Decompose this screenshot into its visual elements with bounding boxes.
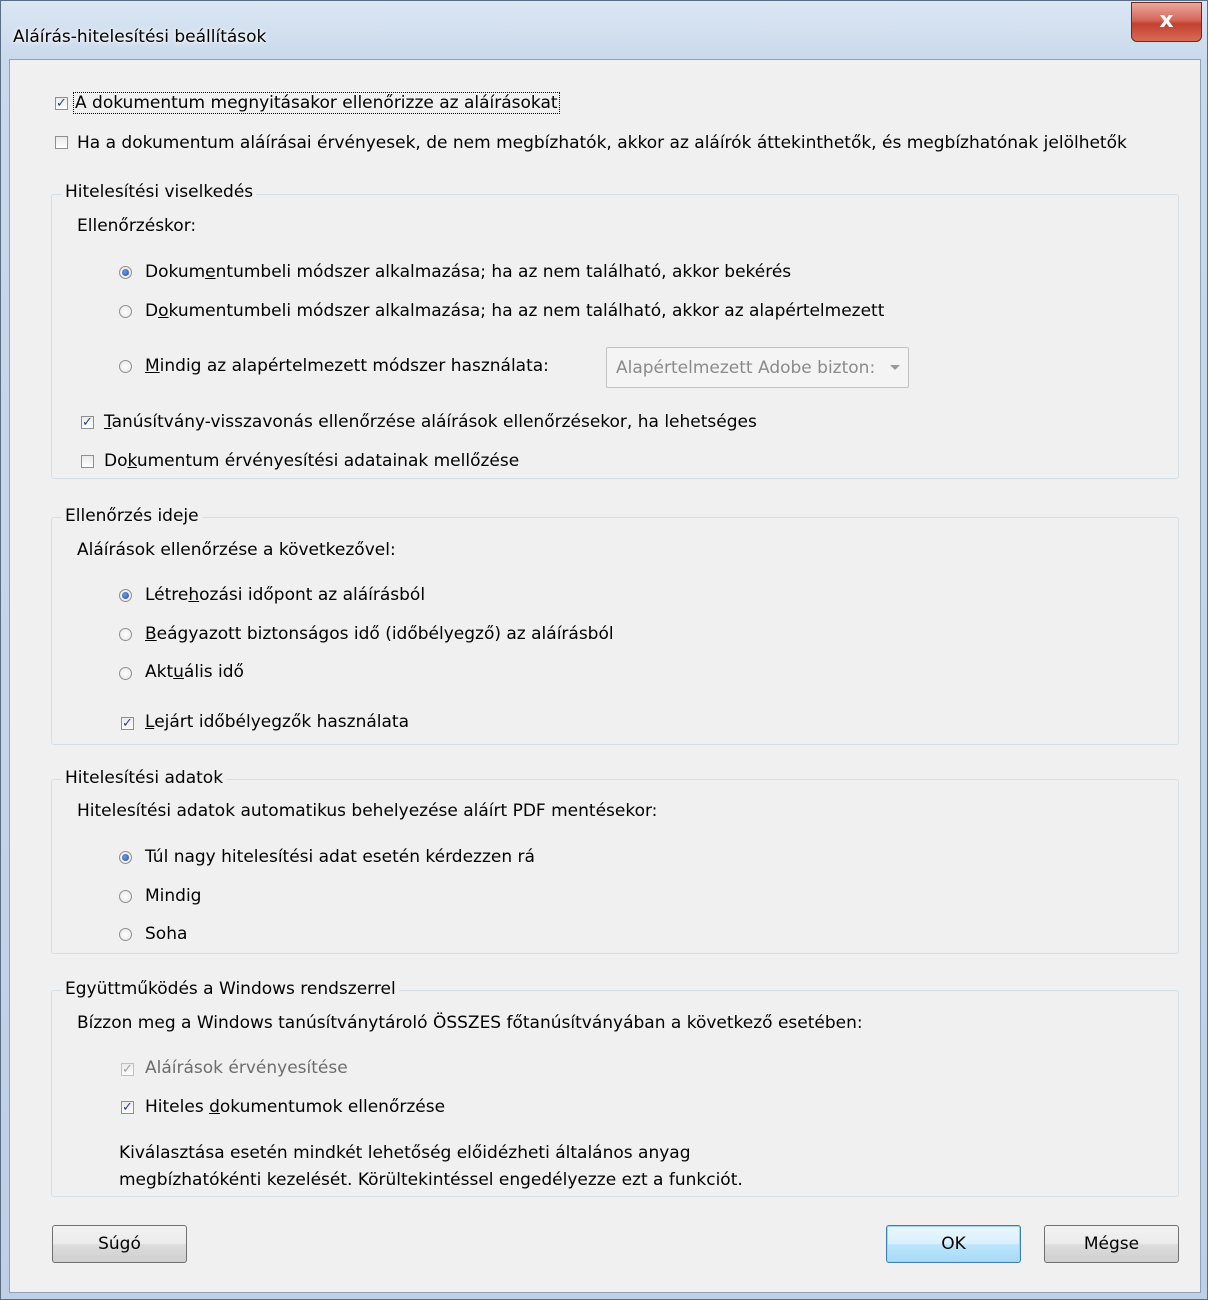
radio-ask-when-large[interactable] bbox=[119, 851, 132, 864]
verification-behavior-title: Hitelesítési viselkedés bbox=[62, 182, 257, 202]
radio-always-default-method-label[interactable]: Mindig az alapértelmezett módszer haszná… bbox=[145, 356, 549, 376]
radio-secure-timestamp[interactable] bbox=[119, 628, 132, 641]
radio-document-method-prompt[interactable] bbox=[119, 266, 132, 279]
verify-on-open-label[interactable]: A dokumentum megnyitásakor ellenőrizze a… bbox=[73, 92, 560, 114]
ok-button[interactable]: OK bbox=[886, 1225, 1021, 1263]
validate-certified-docs-label[interactable]: Hiteles dokumentumok ellenőrzése bbox=[145, 1097, 445, 1117]
verify-on-open-label-wrap: A dokumentum megnyitásakor ellenőrizze a… bbox=[73, 92, 560, 114]
verification-info-title: Hitelesítési adatok bbox=[62, 768, 227, 788]
radio-always-label[interactable]: Mindig bbox=[145, 886, 201, 906]
verification-time-title: Ellenőrzés ideje bbox=[62, 506, 202, 526]
radio-secure-timestamp-label[interactable]: Beágyazott biztonságos idő (időbélyegző)… bbox=[145, 624, 614, 644]
verification-time-prompt: Aláírások ellenőrzése a következővel: bbox=[77, 540, 396, 560]
revocation-check-checkbox[interactable]: ✓ bbox=[81, 416, 94, 429]
expired-timestamps-checkbox[interactable]: ✓ bbox=[121, 717, 134, 730]
radio-never[interactable] bbox=[119, 928, 132, 941]
verification-info-prompt: Hitelesítési adatok automatikus behelyez… bbox=[77, 801, 658, 821]
window-title: Aláírás-hitelesítési beállítások bbox=[13, 27, 267, 47]
radio-creation-time[interactable] bbox=[119, 589, 132, 602]
ignore-validation-info-checkbox[interactable] bbox=[81, 455, 94, 468]
radio-always[interactable] bbox=[119, 890, 132, 903]
radio-document-method-default-label[interactable]: Dokumentumbeli módszer alkalmazása; ha a… bbox=[145, 301, 884, 321]
ignore-validation-info-label[interactable]: Dokumentum érvényesítési adatainak mellő… bbox=[104, 451, 519, 471]
windows-integration-title: Együttműködés a Windows rendszerrel bbox=[62, 979, 399, 999]
radio-ask-when-large-label[interactable]: Túl nagy hitelesítési adat esetén kérdez… bbox=[145, 847, 535, 867]
review-signers-label[interactable]: Ha a dokumentum aláírásai érvényesek, de… bbox=[77, 133, 1127, 153]
default-method-value: Alapértelmezett Adobe bizton: bbox=[616, 358, 876, 378]
radio-creation-time-label[interactable]: Létrehozási időpont az aláírásból bbox=[145, 585, 425, 605]
review-signers-checkbox[interactable] bbox=[55, 136, 68, 149]
dialog-window: Aláírás-hitelesítési beállítások x ✓ A d… bbox=[0, 0, 1208, 1300]
cancel-button[interactable]: Mégse bbox=[1044, 1225, 1179, 1263]
expired-timestamps-label[interactable]: Lejárt időbélyegzők használata bbox=[145, 712, 409, 732]
radio-document-method-default[interactable] bbox=[119, 305, 132, 318]
radio-current-time[interactable] bbox=[119, 667, 132, 680]
verification-behavior-group bbox=[51, 194, 1179, 479]
radio-always-default-method[interactable] bbox=[119, 360, 132, 373]
validate-signatures-checkbox[interactable]: ✓ bbox=[121, 1063, 134, 1076]
windows-note-line2: megbízhatókénti kezelését. Körültekintés… bbox=[119, 1170, 743, 1190]
validate-certified-docs-checkbox[interactable]: ✓ bbox=[121, 1101, 134, 1114]
radio-current-time-label[interactable]: Aktuális idő bbox=[145, 662, 244, 682]
radio-document-method-prompt-label[interactable]: Dokumentumbeli módszer alkalmazása; ha a… bbox=[145, 262, 791, 282]
windows-note-line1: Kiválasztása esetén mindkét lehetőség el… bbox=[119, 1143, 691, 1163]
verify-on-open-checkbox[interactable]: ✓ bbox=[55, 97, 68, 110]
revocation-check-label[interactable]: Tanúsítvány-visszavonás ellenőrzése aláí… bbox=[104, 412, 757, 432]
close-button[interactable]: x bbox=[1131, 2, 1202, 42]
windows-integration-prompt: Bízzon meg a Windows tanúsítványtároló Ö… bbox=[77, 1013, 863, 1033]
default-method-dropdown[interactable]: Alapértelmezett Adobe bizton: bbox=[606, 347, 909, 388]
dialog-client-area: ✓ A dokumentum megnyitásakor ellenőrizze… bbox=[9, 59, 1201, 1293]
verification-behavior-prompt: Ellenőrzéskor: bbox=[77, 216, 197, 236]
radio-never-label[interactable]: Soha bbox=[145, 924, 187, 944]
validate-signatures-label: Aláírások érvényesítése bbox=[145, 1058, 348, 1078]
chevron-down-icon bbox=[890, 365, 900, 370]
title-bar[interactable]: Aláírás-hitelesítési beállítások x bbox=[1, 1, 1208, 59]
help-button[interactable]: Súgó bbox=[52, 1225, 187, 1263]
